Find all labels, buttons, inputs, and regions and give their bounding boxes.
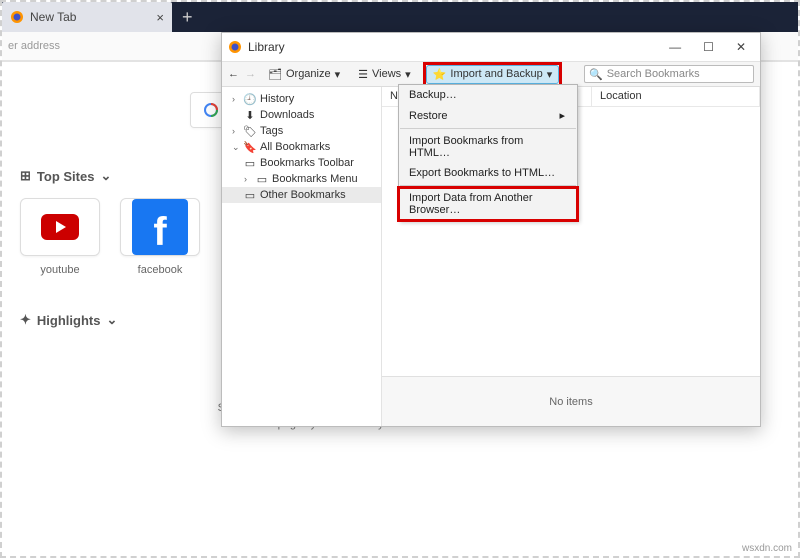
menu-import-browser[interactable]: Import Data from Another Browser…	[399, 188, 577, 220]
tree-bookmarks-menu[interactable]: ›▭Bookmarks Menu	[222, 171, 381, 187]
close-icon[interactable]: ×	[156, 10, 164, 25]
views-icon: ☰	[358, 68, 368, 81]
clock-icon: 🕘	[244, 93, 256, 105]
tree-all-bookmarks[interactable]: ⌄🔖All Bookmarks	[222, 139, 381, 155]
menu-backup[interactable]: Backup…	[399, 85, 577, 105]
chevron-right-icon: ▸	[559, 109, 565, 122]
maximize-button[interactable]: ☐	[703, 40, 714, 54]
library-title: Library	[248, 40, 285, 54]
youtube-icon	[41, 214, 79, 240]
details-pane: No items	[382, 376, 760, 426]
views-button[interactable]: ☰ Views ▾	[352, 66, 417, 83]
browser-tabbar: New Tab × +	[2, 2, 798, 32]
tag-icon: 🏷	[244, 125, 256, 137]
menu-separator	[400, 128, 576, 129]
menu-separator	[400, 185, 576, 186]
firefox-icon	[228, 40, 242, 54]
tree-history[interactable]: ›🕘History	[222, 91, 381, 107]
chevron-down-icon: ⌄	[106, 312, 117, 328]
chevron-down-icon: ⌄	[100, 168, 111, 184]
library-titlebar[interactable]: Library — ☐ ✕	[222, 33, 760, 61]
download-icon: ⬇	[244, 109, 256, 121]
star-icon: ⭐	[433, 68, 447, 81]
minimize-button[interactable]: —	[669, 40, 681, 54]
tree-bookmarks-toolbar[interactable]: ▭Bookmarks Toolbar	[222, 155, 381, 171]
tile-facebook[interactable]: f facebook	[120, 198, 200, 276]
tile-youtube[interactable]: youtube	[20, 198, 100, 276]
google-icon	[203, 102, 219, 118]
bookmark-icon: 🔖	[244, 141, 256, 153]
folder-icon: ▭	[244, 157, 256, 169]
facebook-icon: f	[132, 199, 188, 255]
tree-tags[interactable]: ›🏷Tags	[222, 123, 381, 139]
new-tab-button[interactable]: +	[172, 7, 203, 28]
address-text: er address	[8, 40, 60, 52]
grid-icon: ⊞	[20, 168, 31, 184]
organize-icon: 🗂	[268, 68, 282, 81]
menu-restore[interactable]: Restore▸	[399, 105, 577, 126]
folder-icon: ▭	[244, 189, 256, 201]
menu-export-html[interactable]: Export Bookmarks to HTML…	[399, 163, 577, 183]
library-search-input[interactable]: 🔍 Search Bookmarks	[584, 65, 754, 83]
folder-icon: ▭	[256, 173, 268, 185]
watermark: wsxdn.com	[742, 543, 792, 554]
browser-tab[interactable]: New Tab ×	[2, 2, 172, 32]
highlight-import-button: ⭐ Import and Backup ▾	[423, 62, 563, 87]
close-button[interactable]: ✕	[736, 40, 746, 54]
col-location[interactable]: Location	[592, 87, 760, 106]
forward-button[interactable]: →	[245, 68, 256, 80]
search-icon: 🔍	[589, 68, 603, 81]
import-backup-menu: Backup… Restore▸ Import Bookmarks from H…	[398, 84, 578, 221]
library-tree: ›🕘History ⬇Downloads ›🏷Tags ⌄🔖All Bookma…	[222, 87, 382, 426]
back-button[interactable]: ←	[228, 68, 239, 80]
tab-title: New Tab	[30, 10, 76, 24]
sparkle-icon: ✦	[20, 312, 31, 328]
tree-downloads[interactable]: ⬇Downloads	[222, 107, 381, 123]
import-backup-button[interactable]: ⭐ Import and Backup ▾	[426, 65, 560, 84]
menu-import-html[interactable]: Import Bookmarks from HTML…	[399, 131, 577, 163]
tree-other-bookmarks[interactable]: ▭Other Bookmarks	[222, 187, 381, 203]
organize-button[interactable]: 🗂 Organize ▾	[262, 66, 346, 83]
firefox-icon	[10, 10, 24, 24]
